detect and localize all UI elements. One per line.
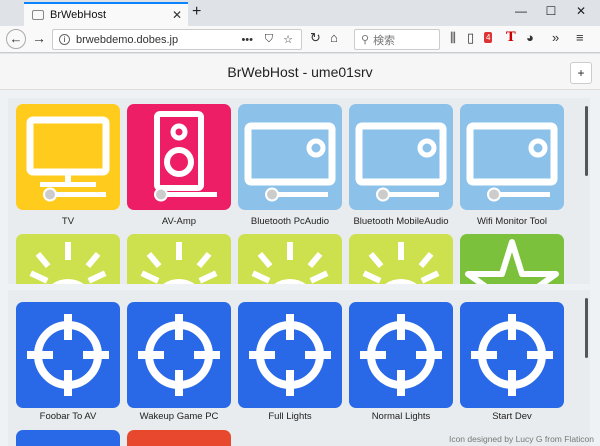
crosshair-icon: [27, 314, 109, 396]
device-panel: TV AV-Amp Bluetooth PcAudio Bluetooth Mo…: [8, 98, 590, 284]
star-icon: [465, 239, 559, 284]
device-label: Wifi Monitor Tool: [476, 216, 548, 227]
script-label: Foobar To AV: [39, 411, 97, 422]
add-button[interactable]: +: [570, 62, 592, 84]
device-tile[interactable]: [460, 104, 564, 210]
search-icon: ⚲: [361, 34, 370, 46]
title-bar: BrWebHost ✕ + — ☐ ✕: [0, 0, 600, 26]
back-icon[interactable]: ←: [6, 29, 26, 49]
device-tile[interactable]: [460, 234, 564, 284]
device-tile[interactable]: [16, 234, 120, 284]
address-bar[interactable]: i brwebdemo.dobes.jp ••• ⛉ ☆: [52, 29, 302, 50]
home-icon[interactable]: ⌂: [330, 30, 338, 45]
script-tile[interactable]: [16, 302, 120, 408]
extension-icon[interactable]: ◕: [526, 30, 534, 45]
navigation-toolbar: ← → i brwebdemo.dobes.jp ••• ⛉ ☆ ↻ ⌂ ⚲ 検…: [0, 26, 600, 53]
overflow-menu-icon[interactable]: »: [552, 30, 559, 45]
light-icon: [140, 242, 218, 284]
device-label: Bluetooth MobileAudio: [353, 216, 449, 227]
monitor-icon: [355, 122, 447, 202]
device-tile[interactable]: [238, 234, 342, 284]
tab-title: BrWebHost: [50, 9, 107, 21]
device-label: AV-Amp: [161, 216, 197, 227]
light-icon: [251, 242, 329, 284]
device-tile[interactable]: [349, 104, 453, 210]
script-tile[interactable]: [460, 302, 564, 408]
page-header: BrWebHost - ume01srv +: [0, 54, 600, 90]
speaker-icon: [154, 111, 217, 202]
script-tile[interactable]: [238, 302, 342, 408]
window-close-icon[interactable]: ✕: [566, 4, 596, 18]
page-actions-icon[interactable]: •••: [241, 34, 253, 46]
crosshair-icon: [360, 314, 442, 396]
light-icon: [362, 242, 440, 284]
light-icon: [29, 242, 107, 284]
pocket-icon[interactable]: ⛉: [265, 33, 273, 46]
device-tile[interactable]: [16, 104, 120, 210]
device-tile[interactable]: [238, 104, 342, 210]
script-label: Normal Lights: [371, 411, 431, 422]
sidebar-icon[interactable]: ▯: [467, 30, 474, 46]
device-panel-scrollbar[interactable]: [585, 106, 588, 176]
close-tab-icon[interactable]: ✕: [172, 8, 182, 22]
device-tile[interactable]: [127, 234, 231, 284]
monitor-icon: [466, 122, 558, 202]
script-tile[interactable]: [16, 430, 120, 446]
maximize-icon[interactable]: ☐: [536, 4, 566, 18]
script-label: Wakeup Game PC: [139, 411, 219, 422]
extension-badge[interactable]: 4: [484, 32, 493, 43]
crosshair-icon: [138, 314, 220, 396]
monitor-icon: [244, 122, 336, 202]
translate-extension-icon[interactable]: T: [506, 30, 516, 45]
bookmark-star-icon[interactable]: ☆: [283, 33, 293, 46]
page-favicon-icon: [32, 10, 44, 20]
device-label: TV: [61, 216, 75, 227]
device-label: Bluetooth PcAudio: [250, 216, 330, 227]
hamburger-menu-icon[interactable]: ≡: [576, 30, 584, 45]
crosshair-icon: [249, 314, 331, 396]
page-title: BrWebHost - ume01srv: [227, 64, 373, 80]
script-label: Start Dev: [492, 411, 532, 422]
page-content: BrWebHost - ume01srv + TV AV-Amp Bluetoo…: [0, 54, 600, 446]
icon-credit: Icon designed by Lucy G from Flaticon: [448, 434, 594, 444]
tv-icon: [26, 116, 110, 202]
script-tile[interactable]: [349, 302, 453, 408]
new-tab-icon[interactable]: +: [192, 3, 201, 21]
script-tile[interactable]: [127, 302, 231, 408]
search-placeholder: 検索: [373, 34, 396, 47]
url-text: brwebdemo.dobes.jp: [76, 33, 179, 46]
script-panel: Foobar To AV Wakeup Game PC Full Lights …: [8, 290, 590, 446]
device-tile[interactable]: [127, 104, 231, 210]
search-input[interactable]: ⚲ 検索: [354, 29, 440, 50]
forward-icon[interactable]: →: [32, 30, 46, 46]
script-panel-scrollbar[interactable]: [585, 298, 588, 358]
browser-tab[interactable]: BrWebHost ✕: [24, 2, 188, 26]
minimize-icon[interactable]: —: [506, 4, 536, 18]
device-tile[interactable]: [349, 234, 453, 284]
script-tile[interactable]: [127, 430, 231, 446]
library-icon[interactable]: ⫼: [450, 30, 456, 46]
reload-icon[interactable]: ↻: [310, 30, 321, 46]
script-label: Full Lights: [268, 411, 312, 422]
crosshair-icon: [471, 314, 553, 396]
site-info-icon[interactable]: i: [59, 34, 70, 45]
